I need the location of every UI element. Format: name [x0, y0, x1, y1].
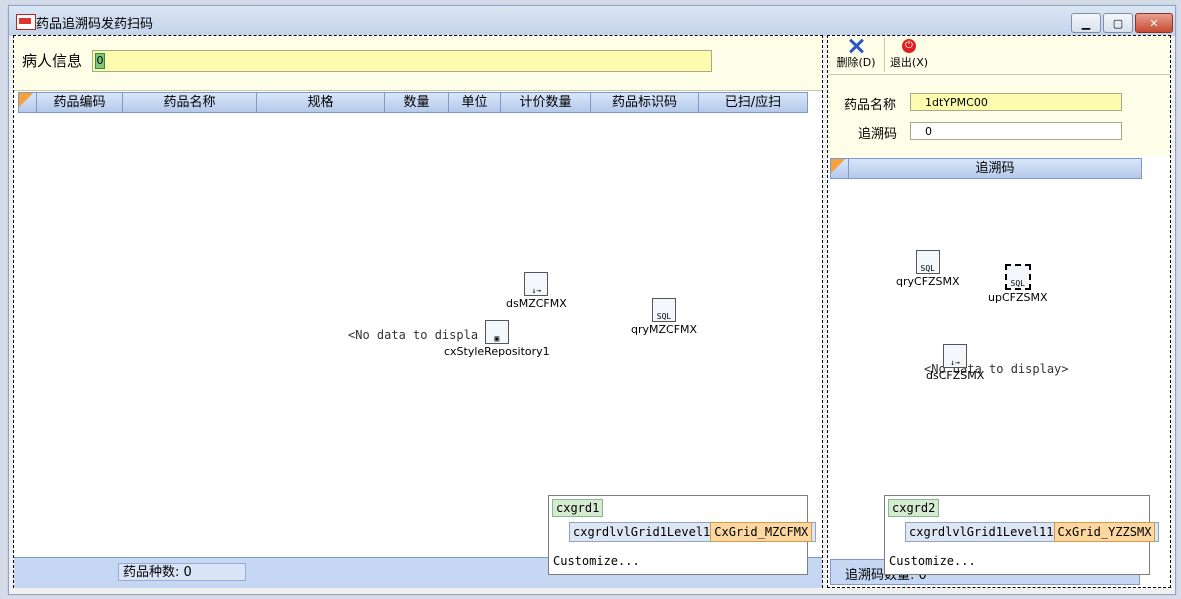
trace-grid-header: 追溯码 [830, 158, 1142, 179]
popup-level-name[interactable]: cxgrdlvlGrid1Level11 CxGrid_YZZSMX [905, 522, 1160, 542]
ds-mzcfmx-label: dsMZCFMX [506, 297, 567, 310]
dataset-icon: ↓→ [943, 344, 968, 368]
col-spec[interactable]: 规格 [257, 93, 385, 112]
exit-button[interactable]: ⏻ 退出(X) [884, 38, 933, 72]
col-drug-name[interactable]: 药品名称 [123, 93, 257, 112]
sql-query-icon: SQL [915, 250, 940, 274]
ds-cfzsmx-component[interactable]: ↓→ dsCFZSMX [926, 344, 984, 382]
popup-level-label: cxgrdlvlGrid1Level11 [909, 525, 1054, 539]
drug-name-label: 药品名称 [844, 98, 897, 113]
popup-grid-name[interactable]: cxgrd1 [552, 499, 604, 517]
drug-count-field: 药品种数: 0 [118, 563, 246, 581]
close-icon: ✕ [1149, 16, 1159, 30]
main-window: 药品追溯码发药扫码 ▁ ▢ ✕ 病人信息 0 药品编码 药品名称 规格 数量 单… [8, 5, 1176, 595]
drug-trace-panel: 药品名称 1dtYPMC00 追溯码 0 [828, 76, 1170, 156]
minimize-button[interactable]: ▁ [1071, 13, 1101, 33]
trace-grid-corner-icon[interactable] [831, 159, 849, 178]
window-title: 药品追溯码发药扫码 [36, 17, 154, 32]
minimize-icon: ▁ [1081, 16, 1091, 30]
qry-cfzsmx-component[interactable]: SQL qryCFZSMX [896, 250, 960, 288]
grid-structure-popup-2[interactable]: cxgrd2 cxgrdlvlGrid1Level11 CxGrid_YZZSMX… [884, 495, 1160, 575]
delete-icon [848, 38, 864, 54]
col-quantity[interactable]: 数量 [385, 93, 449, 112]
popup-customize[interactable]: Customize... [553, 554, 640, 568]
col-trace-code[interactable]: 追溯码 [849, 159, 1141, 178]
qry-mzcfmx-component[interactable]: SQL qryMZCFMX [631, 298, 697, 336]
sql-query-icon: SQL [652, 298, 677, 322]
popup-level-label: cxgrdlvlGrid1Level1 [573, 525, 711, 539]
popup-level-name[interactable]: cxgrdlvlGrid1Level1 CxGrid_MZCFMX [569, 522, 817, 542]
ds-cfzsmx-label: dsCFZSMX [926, 369, 985, 382]
popup-customize[interactable]: Customize... [889, 554, 976, 568]
style-repository-label: cxStyleRepository1 [444, 345, 550, 358]
ds-mzcfmx-component[interactable]: ↓→ dsMZCFMX [506, 272, 567, 310]
up-cfzsmx-component[interactable]: SQL upCFZSMX [988, 264, 1048, 304]
style-repository-icon: ▣ [484, 320, 509, 344]
exit-label: 退出(X) [889, 56, 929, 69]
patient-info-input[interactable]: 0 [92, 50, 712, 72]
col-drug-id[interactable]: 药品标识码 [591, 93, 699, 112]
col-unit[interactable]: 单位 [449, 93, 501, 112]
close-button[interactable]: ✕ [1135, 13, 1173, 33]
col-billing-qty[interactable]: 计价数量 [501, 93, 591, 112]
grid-corner-icon[interactable] [19, 93, 37, 112]
col-drug-code[interactable]: 药品编码 [37, 93, 123, 112]
popup-view-name[interactable]: CxGrid_YZZSMX [1053, 522, 1156, 542]
delete-button[interactable]: 删除(D) [832, 38, 880, 72]
power-icon: ⏻ [902, 39, 916, 53]
right-panel: 删除(D) ⏻ 退出(X) 药品名称 1dtYPMC00 追溯码 0 追溯码 S… [827, 35, 1171, 588]
delete-label: 删除(D) [836, 56, 876, 69]
qry-cfzsmx-label: qryCFZSMX [896, 275, 960, 288]
popup-grid-name[interactable]: cxgrd2 [888, 499, 940, 517]
trace-code-label: 追溯码 [858, 127, 898, 142]
patient-info-value: 0 [95, 53, 105, 69]
title-bar: 药品追溯码发药扫码 ▁ ▢ ✕ [9, 6, 1175, 36]
popup-view-name[interactable]: CxGrid_MZCFMX [710, 522, 813, 542]
patient-bar: 病人信息 0 [14, 36, 822, 91]
right-toolbar: 删除(D) ⏻ 退出(X) [828, 36, 1170, 75]
maximize-icon: ▢ [1112, 16, 1124, 30]
drug-name-input[interactable]: 1dtYPMC00 [910, 93, 1122, 111]
left-panel: 病人信息 0 药品编码 药品名称 规格 数量 单位 计价数量 药品标识码 已扫/… [13, 35, 823, 588]
dataset-icon: ↓→ [524, 272, 549, 296]
col-scanned[interactable]: 已扫/应扫 [699, 93, 807, 112]
drug-grid-header: 药品编码 药品名称 规格 数量 单位 计价数量 药品标识码 已扫/应扫 [18, 92, 808, 113]
style-repository-component[interactable]: ▣ cxStyleRepository1 [444, 320, 550, 358]
qry-mzcfmx-label: qryMZCFMX [631, 323, 698, 336]
app-icon [16, 14, 36, 30]
grid-structure-popup-1[interactable]: cxgrd1 cxgrdlvlGrid1Level1 CxGrid_MZCFMX … [548, 495, 817, 575]
patient-label: 病人信息 [22, 52, 83, 70]
trace-code-value: 0 [925, 125, 932, 138]
drug-name-value: 1dtYPMC00 [925, 96, 988, 109]
update-sql-icon: SQL [1004, 264, 1031, 290]
up-cfzsmx-label: upCFZSMX [988, 291, 1048, 304]
trace-code-input[interactable]: 0 [910, 122, 1122, 140]
maximize-button[interactable]: ▢ [1103, 13, 1133, 33]
